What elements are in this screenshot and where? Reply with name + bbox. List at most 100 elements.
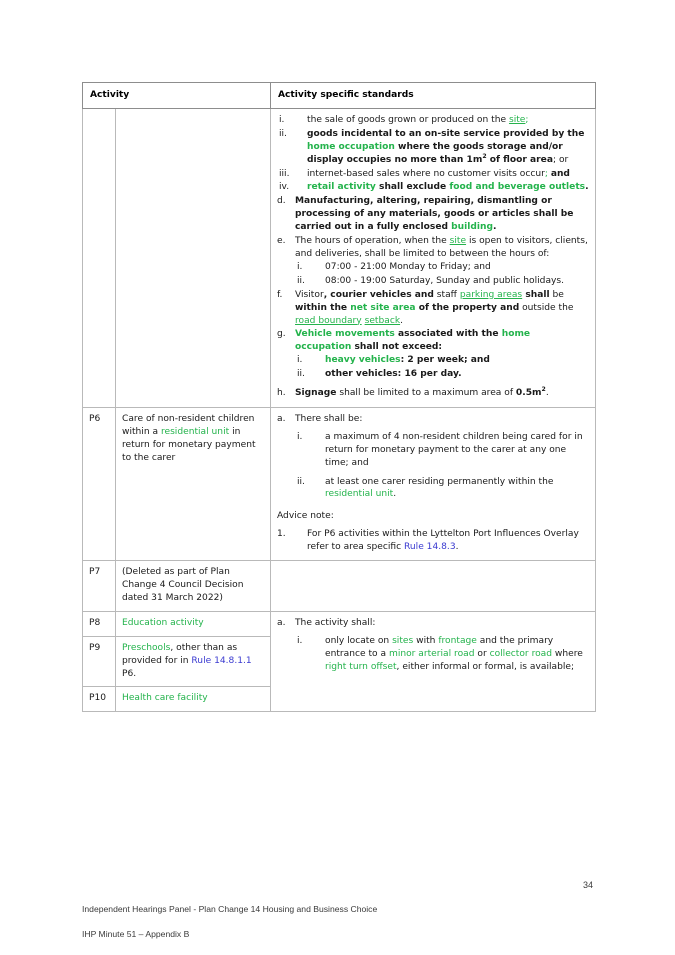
item-d-lead: Manufacturing, altering, repairing, dism… (295, 196, 574, 233)
marker-iii: iii. (279, 168, 290, 179)
item-g-i-tail: : 2 per week; and (400, 355, 490, 366)
p8-item-a-text: The activity shall: (295, 617, 376, 628)
p6-item-ii-end: . (393, 489, 397, 500)
item-ii-tail: ; or (552, 154, 569, 165)
table-row-p8: P8 Education activity a. The activity sh… (82, 610, 596, 713)
item-f-t4: outside the (519, 302, 574, 313)
term-food-and-beverage-outlets: food and beverage outlets (449, 182, 586, 193)
item-f-end: . (400, 315, 403, 326)
p9-desc-t2: P6. (122, 668, 137, 679)
marker-e-i: i. (297, 261, 303, 272)
item-g-mid: associated with the (394, 329, 502, 340)
list-item-g-ii: ii. other vehicles: 16 per day. (295, 368, 589, 381)
p6-item-ii-lead: at least one carer residing permanently … (325, 476, 554, 487)
p8-item-i-text: only locate on sites with frontage and t… (325, 636, 583, 672)
advice-note-label: Advice note: (277, 511, 334, 522)
term-heavy-vehicles: heavy vehicles (325, 355, 401, 366)
marker-ii: ii. (279, 128, 287, 139)
advice-note-end: . (455, 542, 459, 553)
list-item-h: h. Signage shall be limited to a maximum… (277, 386, 589, 400)
term-road-boundary: road boundary (295, 315, 362, 326)
term-collector-road: collector road (489, 648, 553, 659)
marker-h: h. (277, 388, 286, 399)
row-description-continuation (115, 107, 271, 408)
marker-e-ii: ii. (297, 275, 305, 286)
item-f-b4: of the property and (415, 302, 520, 313)
alpha-list-continuation: d. Manufacturing, altering, repairing, d… (277, 195, 589, 400)
vehicle-limits-list: i. heavy vehicles: 2 per week; and ii. o… (295, 354, 589, 381)
row-description-p6: Care of non-resident children within a r… (115, 406, 271, 562)
item-h-text: Signage shall be limited to a maximum ar… (295, 386, 549, 399)
p8-i-t1: only locate on (325, 635, 393, 646)
item-f-t1: Visitor (295, 289, 324, 300)
item-e-lead: The hours of operation, when the (295, 236, 450, 247)
row-code-continuation (82, 107, 116, 408)
page-number: 34 (582, 880, 593, 890)
term-retail-activity: retail activity (307, 182, 376, 193)
marker-p8-i: i. (297, 635, 303, 646)
row-code-p10: P10 (82, 686, 116, 713)
item-e-i-text: 07:00 - 21:00 Monday to Friday; and (325, 261, 491, 272)
link-rule-14-8-1-1[interactable]: Rule 14.8.1.1 (191, 656, 251, 666)
activity-rules-table: Activity Activity specific standards i. … (82, 82, 596, 713)
hours-list: i. 07:00 - 21:00 Monday to Friday; and i… (295, 261, 589, 288)
term-right-turn-offset: right turn offset (325, 661, 397, 672)
list-item-e: e. The hours of operation, when the site… (277, 235, 589, 288)
item-d-text: Manufacturing, altering, repairing, dism… (295, 196, 573, 232)
item-g-end: shall not exceed: (351, 342, 443, 353)
item-i-lead: the sale of goods grown or produced on t… (307, 114, 509, 125)
item-iv-text: retail activity shall exclude food and b… (307, 182, 589, 192)
item-f-b1: , courier vehicles and (323, 289, 434, 300)
table-header: Activity Activity specific standards (82, 82, 596, 109)
item-iv-end: . (585, 182, 589, 193)
table-row-continuation: i. the sale of goods grown or produced o… (82, 107, 596, 408)
marker-g: g. (277, 329, 286, 340)
list-item-ii: ii. goods incidental to an on-site servi… (277, 128, 589, 167)
item-iii-text: internet-based sales where no customer v… (307, 169, 570, 179)
term-health-care-facility: Health care facility (122, 693, 208, 704)
item-h-value: 0.5m (515, 388, 542, 399)
column-header-standards: Activity specific standards (270, 82, 596, 109)
p6-item-i-text: a maximum of 4 non-resident children bei… (325, 431, 583, 468)
term-home-occupation: home occupation (307, 141, 395, 152)
row-standards-p7 (270, 560, 596, 612)
term-frontage: frontage (438, 635, 477, 646)
p6-item-a-text: There shall be: (295, 413, 363, 424)
term-residential-unit: residential unit (160, 426, 230, 437)
link-rule-14-8-3[interactable]: Rule 14.8.3 (404, 542, 456, 552)
p8-i-t4: or (474, 648, 490, 659)
marker-d: d. (277, 196, 286, 207)
item-f-b3: within the (295, 302, 351, 313)
item-g-ii-text: other vehicles: 16 per day. (325, 369, 462, 380)
marker-p6-ii: ii. (297, 476, 305, 487)
marker-g-i: i. (297, 355, 303, 366)
list-item-i: i. the sale of goods grown or produced o… (277, 114, 589, 127)
p8-i-t6: , either informal or formal, is availabl… (396, 661, 575, 672)
list-item-f: f. Visitor, courier vehicles and staff p… (277, 289, 589, 328)
marker-g-ii: ii. (297, 369, 305, 380)
list-item-e-ii: ii. 08:00 - 19:00 Saturday, Sunday and p… (295, 275, 589, 288)
table-row-p6: P6 Care of non-resident children within … (82, 406, 596, 562)
p6-list-item-ii: ii. at least one carer residing permanen… (295, 476, 589, 502)
item-f-t2: staff (433, 289, 460, 300)
row-code-p8: P8 (82, 610, 116, 637)
advice-note-list: 1. For P6 activities within the Lyttelto… (277, 528, 589, 554)
list-item-g: g. Vehicle movements associated with the… (277, 328, 589, 381)
row-description-p8: Education activity (115, 610, 271, 637)
row-description-p7: (Deleted as part of Plan Change 4 Counci… (115, 560, 271, 612)
item-d-end: . (493, 222, 497, 233)
item-ii-b3: of floor area (486, 154, 553, 165)
roman-list-top: i. the sale of goods grown or produced o… (277, 114, 589, 194)
item-g-text: Vehicle movements associated with the ho… (295, 329, 530, 352)
p8-list-item-i: i. only locate on sites with frontage an… (295, 635, 589, 674)
item-f-text: Visitor, courier vehicles and staff park… (295, 290, 573, 326)
marker-i: i. (279, 114, 285, 125)
term-setback: setback (364, 315, 401, 326)
list-item-d: d. Manufacturing, altering, repairing, d… (277, 195, 589, 234)
list-item-g-i: i. heavy vehicles: 2 per week; and (295, 354, 589, 367)
p6-list-item-i: i. a maximum of 4 non-resident children … (295, 431, 589, 470)
row-code-p9: P9 (82, 635, 116, 688)
p8-roman-list: i. only locate on sites with frontage an… (295, 635, 589, 674)
item-h-end: . (545, 388, 549, 399)
term-vehicle-movements: Vehicle movements (295, 329, 395, 340)
